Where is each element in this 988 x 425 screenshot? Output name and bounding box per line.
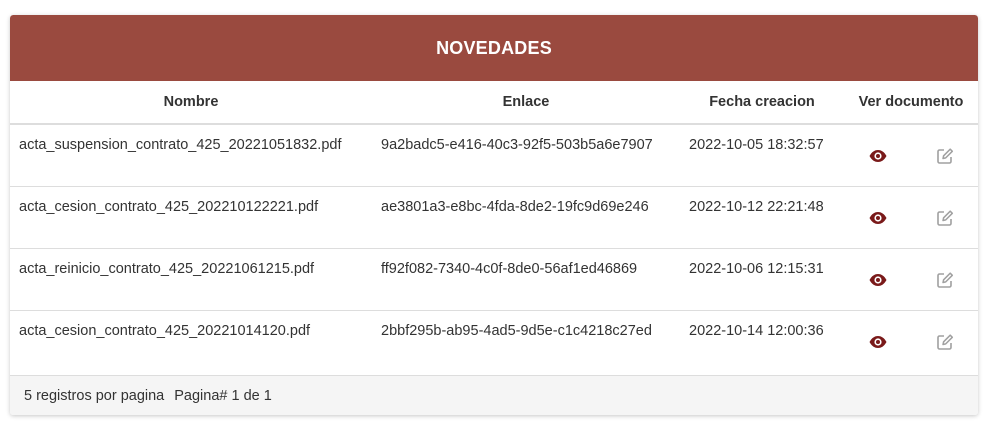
cell-nombre: acta_cesion_contrato_425_202210122221.pd…: [10, 185, 372, 248]
cell-edit: [911, 124, 978, 186]
eye-icon[interactable]: [868, 208, 888, 228]
eye-icon[interactable]: [868, 270, 888, 290]
documents-table: Nombre Enlace Fecha creacion Ver documen…: [10, 81, 978, 372]
column-header-ver-documento: Ver documento: [844, 81, 978, 125]
cell-edit: [911, 247, 978, 310]
cell-fecha: 2022-10-05 18:32:57: [689, 137, 824, 153]
eye-icon[interactable]: [868, 332, 888, 352]
cell-fecha: 2022-10-12 22:21:48: [680, 185, 844, 248]
column-header-nombre: Nombre: [10, 81, 372, 125]
table-row: acta_cesion_contrato_425_20221014120.pdf…: [10, 309, 978, 372]
edit-icon[interactable]: [935, 146, 955, 166]
panel-title: NOVEDADES: [436, 37, 552, 58]
table-footer: 5 registros por pagina Pagina# 1 de 1: [10, 375, 978, 415]
table-row: acta_suspension_contrato_425_20221051832…: [10, 124, 978, 186]
cell-enlace: ae3801a3-e8bc-4fda-8de2-19fc9d69e246: [372, 185, 680, 248]
cell-view: [844, 309, 911, 372]
column-header-fecha: Fecha creacion: [680, 81, 844, 125]
edit-icon[interactable]: [935, 332, 955, 352]
table-header-row: Nombre Enlace Fecha creacion Ver documen…: [10, 81, 978, 125]
table-row: acta_reinicio_contrato_425_20221061215.p…: [10, 247, 978, 310]
column-header-enlace: Enlace: [372, 81, 680, 125]
cell-enlace: 9a2badc5-e416-40c3-92f5-503b5a6e7907: [381, 137, 653, 153]
eye-icon[interactable]: [868, 146, 888, 166]
edit-icon[interactable]: [935, 208, 955, 228]
cell-enlace: ff92f082-7340-4c0f-8de0-56af1ed46869: [372, 247, 680, 310]
cell-edit: [911, 309, 978, 372]
cell-view: [844, 247, 911, 310]
cell-nombre: acta_reinicio_contrato_425_20221061215.p…: [10, 247, 372, 310]
page-indicator: Pagina# 1 de 1: [174, 387, 272, 404]
cell-view: [844, 124, 911, 186]
cell-fecha: 2022-10-14 12:00:36: [680, 309, 844, 372]
records-per-page-text: 5 registros por pagina: [24, 387, 165, 404]
cell-fecha: 2022-10-06 12:15:31: [680, 247, 844, 310]
cell-enlace: 2bbf295b-ab95-4ad5-9d5e-c1c4218c27ed: [372, 309, 680, 372]
table-row: acta_cesion_contrato_425_202210122221.pd…: [10, 185, 978, 248]
cell-nombre: acta_suspension_contrato_425_20221051832…: [19, 137, 342, 153]
cell-view: [844, 185, 911, 248]
cell-nombre: acta_cesion_contrato_425_20221014120.pdf: [10, 309, 372, 372]
cell-edit: [911, 185, 978, 248]
novedades-panel: NOVEDADES Nombre Enlace Fecha creacion V…: [10, 15, 978, 415]
panel-header: NOVEDADES: [10, 15, 978, 81]
edit-icon[interactable]: [935, 270, 955, 290]
